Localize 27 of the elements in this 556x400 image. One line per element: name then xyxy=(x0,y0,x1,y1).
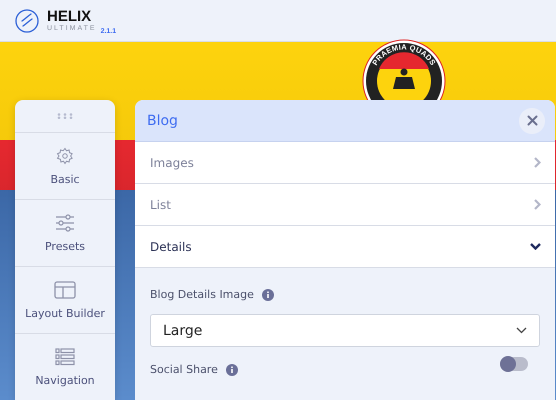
sidebar-item[interactable]: Basic xyxy=(15,133,115,200)
logo-title: HELIX xyxy=(47,9,92,24)
sidebar-item[interactable]: Presets xyxy=(15,200,115,267)
field-label: Blog Details Image xyxy=(150,288,254,301)
close-button[interactable] xyxy=(519,108,545,134)
chevron-down-icon xyxy=(530,243,541,250)
chevron-right-icon xyxy=(534,157,541,168)
select-field[interactable]: Large xyxy=(150,314,540,347)
accordion-section[interactable]: List xyxy=(135,184,555,226)
info-icon xyxy=(262,288,274,300)
accordion-section[interactable]: Images xyxy=(135,142,555,184)
field-label: Social Share xyxy=(150,363,218,376)
gear-icon xyxy=(56,146,74,164)
sliders-icon xyxy=(55,214,75,232)
drag-handle-icon[interactable] xyxy=(57,113,73,119)
panel-title: Blog xyxy=(147,112,178,128)
layout-icon xyxy=(54,280,76,298)
list-icon xyxy=(55,348,75,366)
close-icon xyxy=(526,115,538,126)
sidebar-item[interactable]: Layout Builder xyxy=(15,267,115,334)
sidebar-item[interactable]: Navigation xyxy=(15,334,115,400)
chevron-right-icon xyxy=(534,199,541,210)
logo-icon xyxy=(15,8,39,32)
info-icon xyxy=(226,364,238,376)
toggle-switch[interactable] xyxy=(500,356,528,370)
accordion-section[interactable]: Details xyxy=(135,226,555,268)
caret-icon xyxy=(516,327,527,334)
